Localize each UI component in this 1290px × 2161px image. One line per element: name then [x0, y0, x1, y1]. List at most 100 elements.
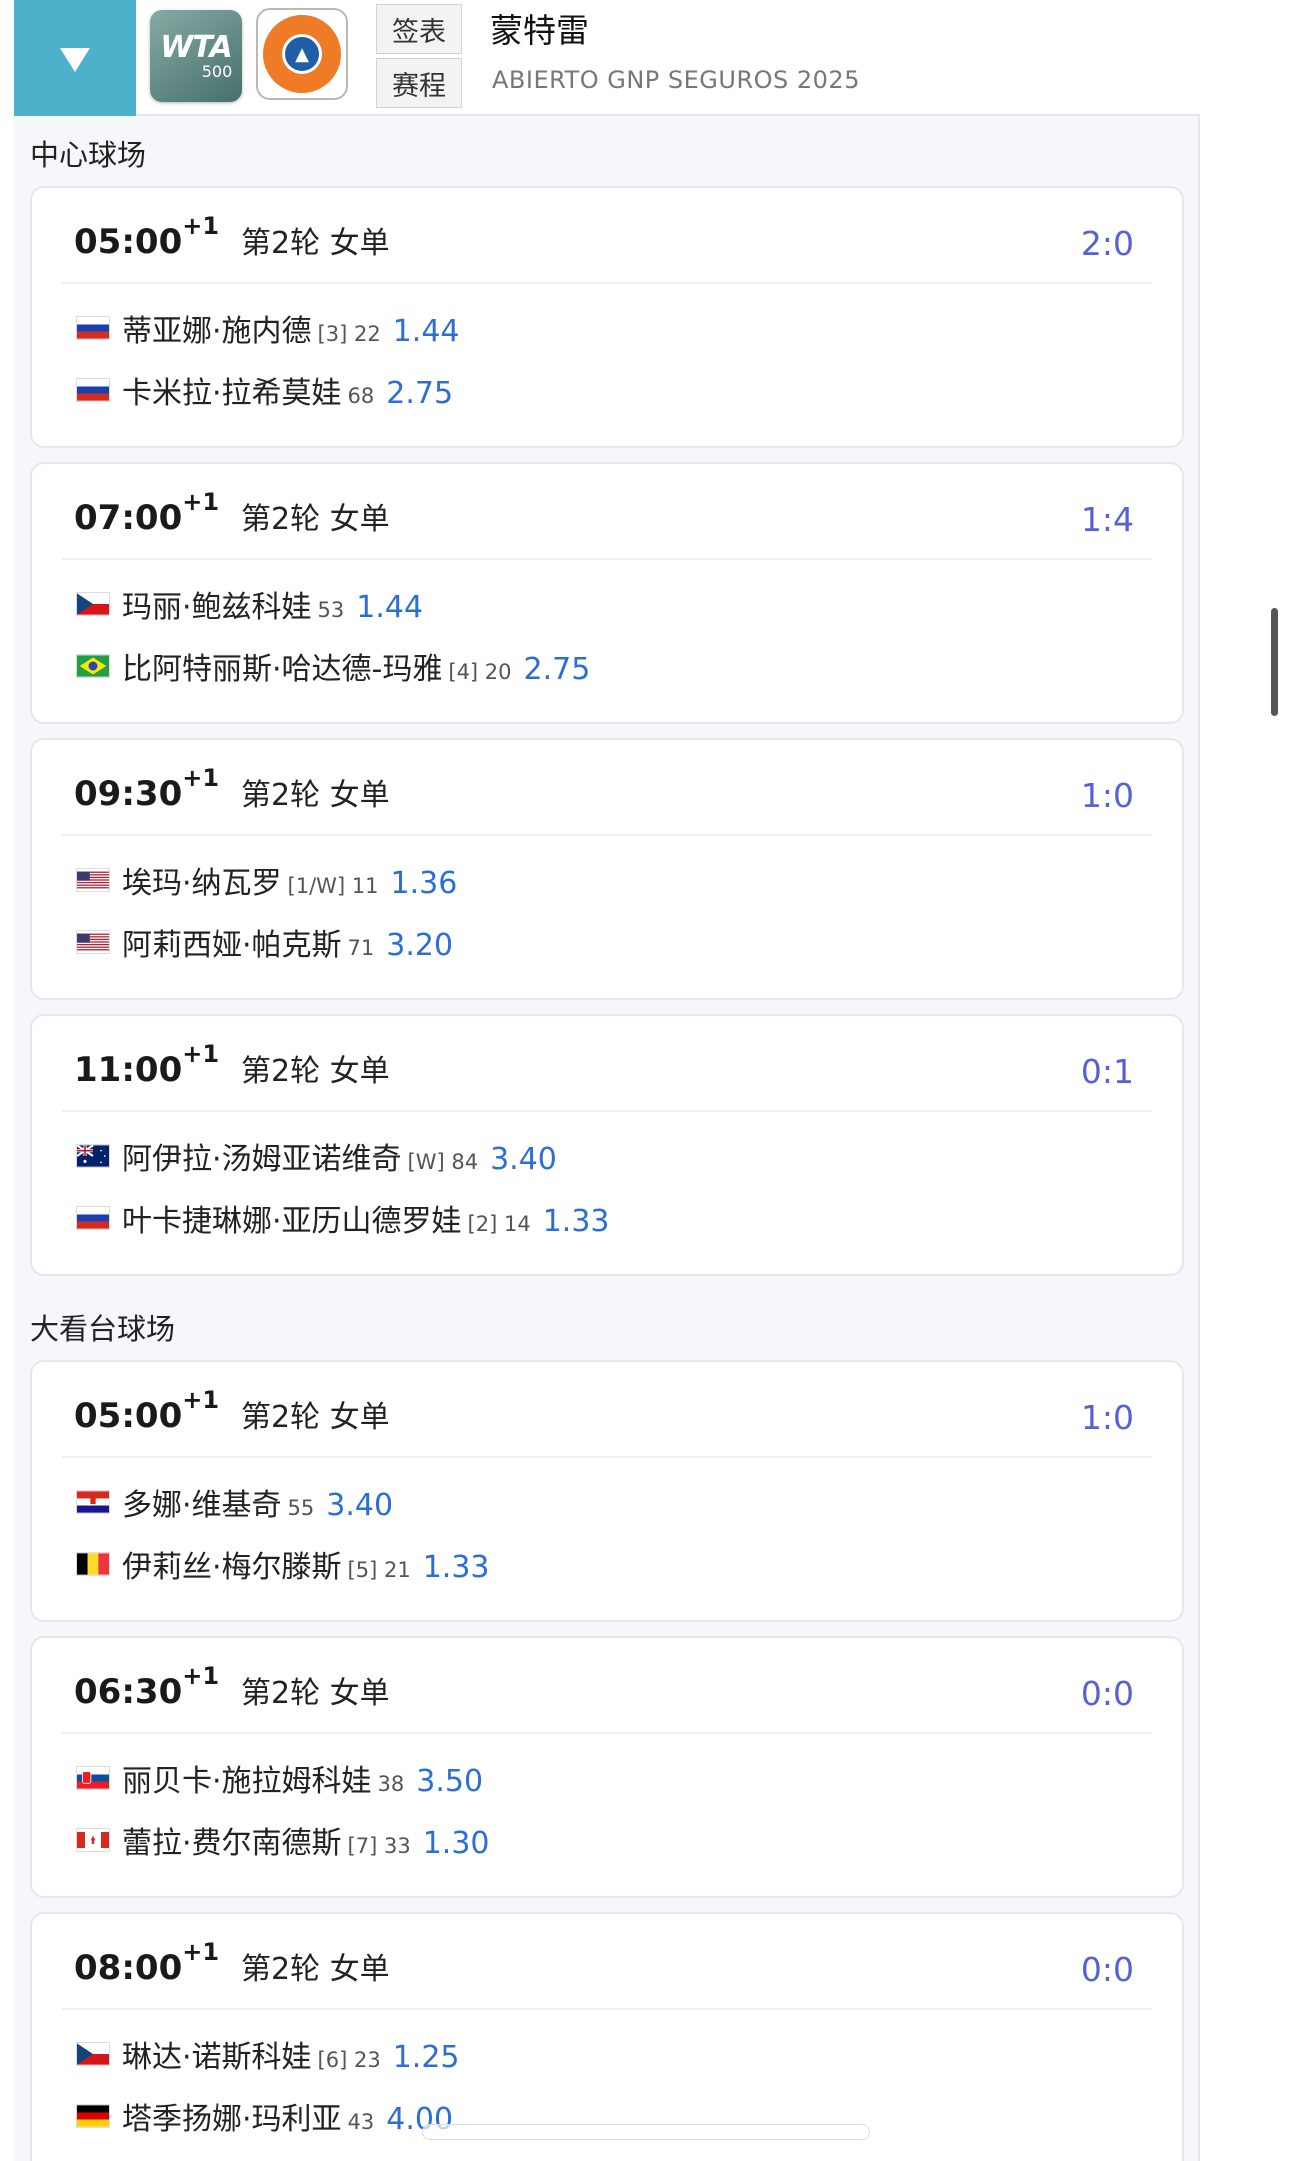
player-odds[interactable]: 3.40	[490, 1142, 557, 1177]
match-time: 07:00+1 第2轮 女单	[74, 488, 390, 538]
player-name: 叶卡捷琳娜·亚历山德罗娃	[122, 1204, 462, 1239]
tournament-header: WTA 500 ▲ 签表 赛程 蒙特雷 ABIERTO GNP SEGUROS …	[14, 0, 1200, 116]
player-name: 伊莉丝·梅尔滕斯	[122, 1550, 342, 1585]
player-odds[interactable]: 2.75	[524, 652, 591, 687]
player-odds[interactable]: 3.20	[386, 928, 453, 963]
match-round: 第2轮 女单	[241, 1054, 390, 1089]
player-odds[interactable]: 2.75	[386, 376, 453, 411]
player-row: 蒂亚娜·施内德 [3] 22 1.44	[76, 306, 460, 350]
player-odds[interactable]: 3.50	[416, 1764, 483, 1799]
vertical-scrollbar[interactable]	[1271, 608, 1278, 716]
match-round: 第2轮 女单	[241, 1400, 390, 1435]
player-odds[interactable]: 1.33	[423, 1550, 490, 1585]
player-seed-rank: [1/W] 11	[287, 874, 379, 898]
player-seed-rank: 38	[377, 1772, 405, 1796]
czech-flag-icon	[76, 2042, 110, 2066]
player-row: 叶卡捷琳娜·亚历山德罗娃 [2] 14 1.33	[76, 1196, 610, 1240]
match-score: 1:0	[1080, 776, 1134, 815]
player-row: 丽贝卡·施拉姆科娃 38 3.50	[76, 1756, 483, 1800]
player-name: 蒂亚娜·施内德	[122, 314, 312, 349]
player-name: 塔季扬娜·玛利亚	[122, 2102, 342, 2137]
canada-flag-icon	[76, 1828, 110, 1852]
player-row: 埃玛·纳瓦罗 [1/W] 11 1.36	[76, 858, 457, 902]
player-odds[interactable]: 1.30	[423, 1826, 490, 1861]
divider	[62, 834, 1152, 836]
court-section-label: 大看台球场	[30, 1312, 176, 1346]
russia-flag-icon	[76, 316, 110, 340]
match-time: 08:00+1 第2轮 女单	[74, 1938, 390, 1988]
schedule-panel: WTA 500 ▲ 签表 赛程 蒙特雷 ABIERTO GNP SEGUROS …	[14, 0, 1200, 2161]
home-indicator[interactable]	[422, 2124, 870, 2140]
match-card[interactable]: 07:00+1 第2轮 女单 1:4 玛丽·鲍兹科娃 53 1.44 比阿特丽斯·…	[30, 462, 1184, 724]
abierto-gnp-seguros-logo: ▲	[256, 8, 348, 100]
usa-flag-icon	[76, 868, 110, 892]
match-time: 05:00+1 第2轮 女单	[74, 212, 390, 262]
match-card[interactable]: 05:00+1 第2轮 女单 2:0 蒂亚娜·施内德 [3] 22 1.44 卡米…	[30, 186, 1184, 448]
player-odds[interactable]: 1.33	[543, 1204, 610, 1239]
header-tabs: 签表 赛程	[376, 4, 462, 108]
player-name: 比阿特丽斯·哈达德-玛雅	[122, 652, 443, 687]
player-odds[interactable]: 3.40	[326, 1488, 393, 1523]
match-card[interactable]: 11:00+1 第2轮 女单 0:1 阿伊拉·汤姆亚诺维奇 [W] 84 3.40…	[30, 1014, 1184, 1276]
player-row: 阿莉西娅·帕克斯 71 3.20	[76, 920, 453, 964]
event-logo-emblem: ▲	[263, 15, 341, 93]
player-row: 阿伊拉·汤姆亚诺维奇 [W] 84 3.40	[76, 1134, 557, 1178]
divider	[62, 1732, 1152, 1734]
match-round: 第2轮 女单	[241, 226, 390, 261]
mountain-icon: ▲	[282, 34, 322, 74]
court-section-label: 中心球场	[30, 138, 147, 172]
player-name: 阿伊拉·汤姆亚诺维奇	[122, 1142, 402, 1177]
player-odds[interactable]: 1.44	[356, 590, 423, 625]
player-row: 塔季扬娜·玛利亚 43 4.00	[76, 2094, 453, 2138]
croatia-flag-icon	[76, 1490, 110, 1514]
match-score: 1:4	[1080, 500, 1134, 539]
wta-500-logo: WTA 500	[150, 10, 242, 102]
russia-flag-icon	[76, 1206, 110, 1230]
divider	[62, 558, 1152, 560]
russia-flag-icon	[76, 378, 110, 402]
tournament-title: 蒙特雷	[490, 11, 589, 50]
player-seed-rank: [W] 84	[407, 1150, 479, 1174]
match-card[interactable]: 06:30+1 第2轮 女单 0:0 丽贝卡·施拉姆科娃 38 3.50 蕾拉·费…	[30, 1636, 1184, 1898]
match-score: 2:0	[1080, 224, 1134, 263]
player-seed-rank: 68	[347, 384, 375, 408]
match-card[interactable]: 05:00+1 第2轮 女单 1:0 多娜·维基奇 55 3.40 伊莉丝·梅尔滕…	[30, 1360, 1184, 1622]
player-seed-rank: 71	[347, 936, 375, 960]
triangle-down-icon	[60, 48, 90, 72]
brazil-flag-icon	[76, 654, 110, 678]
match-round: 第2轮 女单	[241, 778, 390, 813]
match-score: 0:0	[1080, 1674, 1134, 1713]
player-row: 玛丽·鲍兹科娃 53 1.44	[76, 582, 423, 626]
player-name: 埃玛·纳瓦罗	[122, 866, 282, 901]
match-time: 11:00+1 第2轮 女单	[74, 1040, 390, 1090]
player-odds[interactable]: 1.44	[393, 314, 460, 349]
tab-draw[interactable]: 签表	[376, 4, 462, 54]
player-seed-rank: 55	[287, 1496, 315, 1520]
collapse-toggle-button[interactable]	[14, 0, 136, 116]
player-row: 比阿特丽斯·哈达德-玛雅 [4] 20 2.75	[76, 644, 590, 688]
player-seed-rank: 53	[317, 598, 345, 622]
wta-logo-tier: 500	[201, 62, 233, 81]
player-seed-rank: [3] 22	[317, 322, 381, 346]
tab-schedule[interactable]: 赛程	[376, 58, 462, 108]
australia-flag-icon	[76, 1144, 110, 1168]
player-name: 蕾拉·费尔南德斯	[122, 1826, 342, 1861]
player-odds[interactable]: 1.36	[391, 866, 458, 901]
match-time: 05:00+1 第2轮 女单	[74, 1386, 390, 1436]
divider	[62, 1456, 1152, 1458]
player-name: 阿莉西娅·帕克斯	[122, 928, 342, 963]
wta-logo-text: WTA	[160, 30, 232, 65]
match-score: 1:0	[1080, 1398, 1134, 1437]
germany-flag-icon	[76, 2104, 110, 2128]
divider	[62, 1110, 1152, 1112]
divider	[62, 282, 1152, 284]
match-time: 06:30+1 第2轮 女单	[74, 1662, 390, 1712]
player-name: 丽贝卡·施拉姆科娃	[122, 1764, 372, 1799]
match-card[interactable]: 09:30+1 第2轮 女单 1:0 埃玛·纳瓦罗 [1/W] 11 1.36 阿…	[30, 738, 1184, 1000]
player-row: 蕾拉·费尔南德斯 [7] 33 1.30	[76, 1818, 490, 1862]
divider	[62, 2008, 1152, 2010]
player-name: 多娜·维基奇	[122, 1488, 282, 1523]
player-odds[interactable]: 1.25	[393, 2040, 460, 2075]
player-name: 琳达·诺斯科娃	[122, 2040, 312, 2075]
player-name: 卡米拉·拉希莫娃	[122, 376, 342, 411]
